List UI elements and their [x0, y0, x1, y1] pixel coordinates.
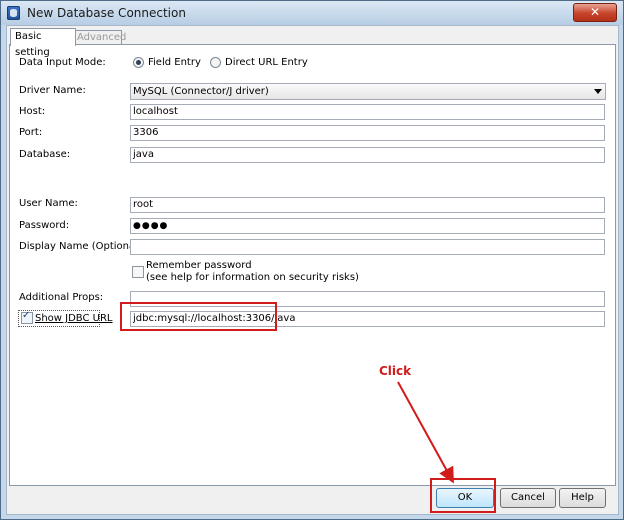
basic-setting-panel: Data Input Mode: Field Entry Direct URL … — [9, 44, 616, 486]
display-name-field[interactable] — [130, 239, 605, 255]
display-name-label: Display Name (Optional): — [19, 241, 146, 252]
host-label: Host: — [19, 106, 46, 117]
dialog-window: New Database Connection ✕ Basic setting … — [0, 0, 624, 520]
show-jdbc-url-checkbox[interactable] — [21, 310, 33, 324]
help-button[interactable]: Help — [559, 488, 606, 508]
jdbc-url-highlight-box — [120, 302, 277, 331]
show-jdbc-url-label[interactable]: Show JDBC URL — [35, 313, 113, 324]
click-annotation: Click — [379, 364, 412, 378]
database-field[interactable]: java — [130, 147, 605, 163]
database-label: Database: — [19, 149, 71, 160]
host-field[interactable]: localhost — [130, 104, 605, 120]
ok-button-highlight-box — [430, 478, 496, 513]
close-button[interactable]: ✕ — [573, 3, 617, 22]
tab-basic-setting[interactable]: Basic setting — [10, 28, 76, 58]
direct-url-entry-label[interactable]: Direct URL Entry — [225, 57, 308, 68]
additional-props-label: Additional Props: — [19, 292, 104, 303]
window-title: New Database Connection — [27, 6, 186, 20]
dialog-content: Basic setting Advanced Data Input Mode: … — [6, 25, 619, 515]
port-label: Port: — [19, 127, 43, 138]
driver-name-value: MySQL (Connector/J driver) — [133, 86, 269, 97]
field-entry-label[interactable]: Field Entry — [148, 57, 201, 68]
remember-password-label[interactable]: Remember password — [146, 260, 252, 271]
title-bar[interactable]: New Database Connection ✕ — [1, 1, 623, 25]
remember-password-hint: (see help for information on security ri… — [146, 272, 359, 283]
password-label: Password: — [19, 220, 70, 231]
cancel-button[interactable]: Cancel — [500, 488, 556, 508]
database-icon — [7, 6, 20, 20]
chevron-down-icon[interactable] — [594, 89, 602, 94]
driver-name-select[interactable]: MySQL (Connector/J driver) — [130, 83, 606, 100]
password-field[interactable]: ●●●● — [130, 218, 605, 234]
tab-advanced[interactable]: Advanced — [72, 30, 126, 45]
driver-name-label: Driver Name: — [19, 85, 86, 96]
direct-url-entry-radio[interactable] — [210, 57, 221, 68]
field-entry-radio[interactable] — [133, 57, 144, 68]
remember-password-checkbox[interactable] — [132, 266, 144, 278]
user-name-label: User Name: — [19, 198, 78, 209]
port-field[interactable]: 3306 — [130, 125, 605, 141]
user-name-field[interactable]: root — [130, 197, 605, 213]
